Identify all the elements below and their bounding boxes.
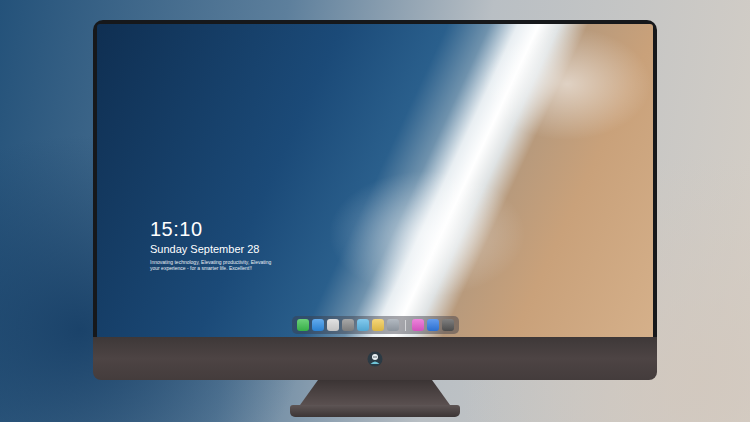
dock-app-icon[interactable] xyxy=(387,319,399,331)
dock-separator xyxy=(405,320,406,331)
dock-app-icon[interactable] xyxy=(342,319,354,331)
clock-date: Sunday September 28 xyxy=(150,242,653,256)
dock-app-icon[interactable] xyxy=(412,319,424,331)
desktop-screen[interactable]: 15:10 Sunday September 28 Innovating techn… xyxy=(97,24,653,337)
tagline-line: your experience - for a smarter life. Ex… xyxy=(150,265,653,271)
monitor-base xyxy=(290,405,460,417)
stage: 15:10 Sunday September 28 Innovating techn… xyxy=(0,0,750,422)
dock-app-icon[interactable] xyxy=(357,319,369,331)
dock xyxy=(292,316,459,334)
dock-app-icon[interactable] xyxy=(312,319,324,331)
monitor-neck xyxy=(300,380,450,405)
dock-app-icon[interactable] xyxy=(327,319,339,331)
dock-app-icon[interactable] xyxy=(297,319,309,331)
lock-clock: 15:10 Sunday September 28 Innovating techn… xyxy=(97,218,653,271)
tagline: Innovating technology, Elevating product… xyxy=(150,259,653,271)
dock-app-icon[interactable] xyxy=(372,319,384,331)
tagline-line: Innovating technology, Elevating product… xyxy=(150,259,653,265)
dock-app-icon[interactable] xyxy=(442,319,454,331)
dock-area xyxy=(97,316,653,337)
monitor: 15:10 Sunday September 28 Innovating techn… xyxy=(93,20,657,380)
monitor-chin xyxy=(93,337,657,380)
brand-logo-icon xyxy=(367,351,383,367)
clock-time: 15:10 xyxy=(150,218,653,240)
dock-app-icon[interactable] xyxy=(427,319,439,331)
monitor-bezel: 15:10 Sunday September 28 Innovating techn… xyxy=(93,20,657,337)
